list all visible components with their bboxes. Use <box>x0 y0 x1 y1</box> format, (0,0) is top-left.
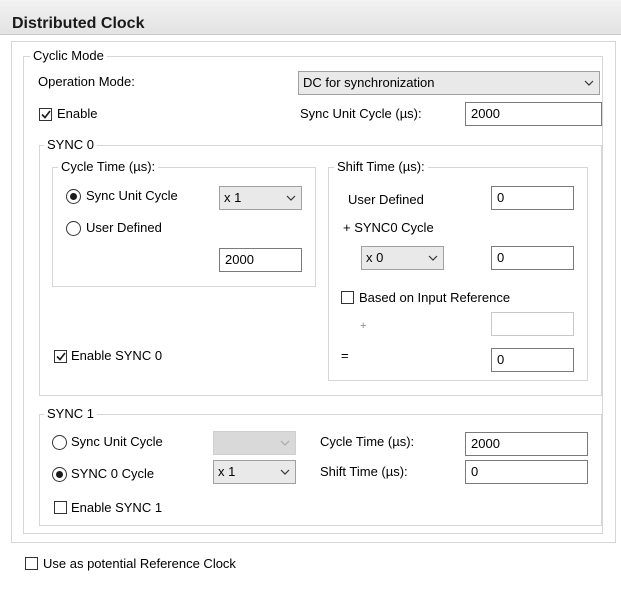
operation-mode-select[interactable]: DC for synchronization <box>298 71 600 95</box>
enable-checkbox[interactable] <box>39 108 52 121</box>
based-on-input-reference-label: Based on Input Reference <box>359 290 511 305</box>
enable-label: Enable <box>57 106 98 121</box>
sync0-cycle-time-input[interactable]: 2000 <box>219 248 302 272</box>
radio-selected-dot <box>56 471 63 478</box>
reference-clock-checkbox[interactable] <box>25 557 38 570</box>
cyclic-mode-legend: Cyclic Mode <box>30 49 107 63</box>
sync0-sync-unit-cycle-label: Sync Unit Cycle <box>86 188 178 203</box>
enable-sync1-checkbox[interactable] <box>54 501 67 514</box>
shift-multiplier-result-input[interactable]: 0 <box>491 246 574 270</box>
sync0-cycle-multiplier-select[interactable]: x 1 <box>219 186 302 210</box>
shift-user-defined-input[interactable]: 0 <box>491 186 574 210</box>
chevron-down-icon <box>286 195 296 201</box>
check-icon <box>56 352 66 361</box>
sync1-sync-unit-cycle-label: Sync Unit Cycle <box>71 434 163 449</box>
chevron-down-icon <box>280 469 290 475</box>
operation-mode-value: DC for synchronization <box>303 75 435 90</box>
enable-sync1-label: Enable SYNC 1 <box>71 500 163 515</box>
sync1-sync0-cycle-label: SYNC 0 Cycle <box>71 466 155 481</box>
chevron-down-icon <box>280 440 290 446</box>
chevron-down-icon <box>428 255 438 261</box>
sync1-shift-time-input[interactable]: 0 <box>465 460 588 484</box>
shift-input-reference-input[interactable] <box>491 312 574 336</box>
shift-result-input[interactable]: 0 <box>491 348 574 372</box>
panel-title: Distributed Clock <box>12 15 145 32</box>
operation-mode-label: Operation Mode: <box>38 74 135 89</box>
shift-plus-sign: + <box>360 320 367 332</box>
sync1-shift-time-label: Shift Time (µs): <box>320 464 408 479</box>
sync1-sync-unit-multiplier-select[interactable] <box>213 431 296 455</box>
check-icon <box>41 110 51 119</box>
sync1-sync0-multiplier-select[interactable]: x 1 <box>213 460 296 484</box>
sync1-cycle-time-input[interactable]: 2000 <box>465 432 588 456</box>
based-on-input-reference-checkbox[interactable] <box>341 291 354 304</box>
sync0-cycle-time-legend: Cycle Time (µs): <box>58 160 159 174</box>
sync1-legend: SYNC 1 <box>44 407 97 421</box>
sync0-user-defined-label: User Defined <box>86 220 162 235</box>
enable-sync0-checkbox[interactable] <box>54 350 67 363</box>
sync-unit-cycle-input[interactable]: 2000 <box>465 102 602 126</box>
sync1-sync-unit-cycle-radio[interactable] <box>52 435 67 450</box>
sync0-shift-time-legend: Shift Time (µs): <box>334 160 428 174</box>
chevron-down-icon <box>584 80 594 86</box>
sync1-cycle-time-label: Cycle Time (µs): <box>320 434 415 449</box>
shift-plus-sync0-cycle-label: + SYNC0 Cycle <box>343 220 434 235</box>
sync1-sync0-cycle-radio[interactable] <box>52 467 67 482</box>
radio-selected-dot <box>70 193 77 200</box>
shift-equals-sign: = <box>341 348 349 363</box>
reference-clock-label: Use as potential Reference Clock <box>43 556 236 571</box>
sync-unit-cycle-label: Sync Unit Cycle (µs): <box>300 106 422 121</box>
sync0-sync-unit-cycle-radio[interactable] <box>66 189 81 204</box>
shift-multiplier-select[interactable]: x 0 <box>361 246 444 270</box>
panel-header: Distributed Clock <box>0 0 621 35</box>
shift-multiplier-value: x 0 <box>366 250 384 265</box>
sync0-user-defined-radio[interactable] <box>66 221 81 236</box>
sync0-legend: SYNC 0 <box>44 138 97 152</box>
sync0-cycle-multiplier-value: x 1 <box>224 190 242 205</box>
enable-sync0-label: Enable SYNC 0 <box>71 348 163 363</box>
shift-user-defined-label: User Defined <box>348 192 424 207</box>
sync1-sync0-multiplier-value: x 1 <box>218 464 236 479</box>
